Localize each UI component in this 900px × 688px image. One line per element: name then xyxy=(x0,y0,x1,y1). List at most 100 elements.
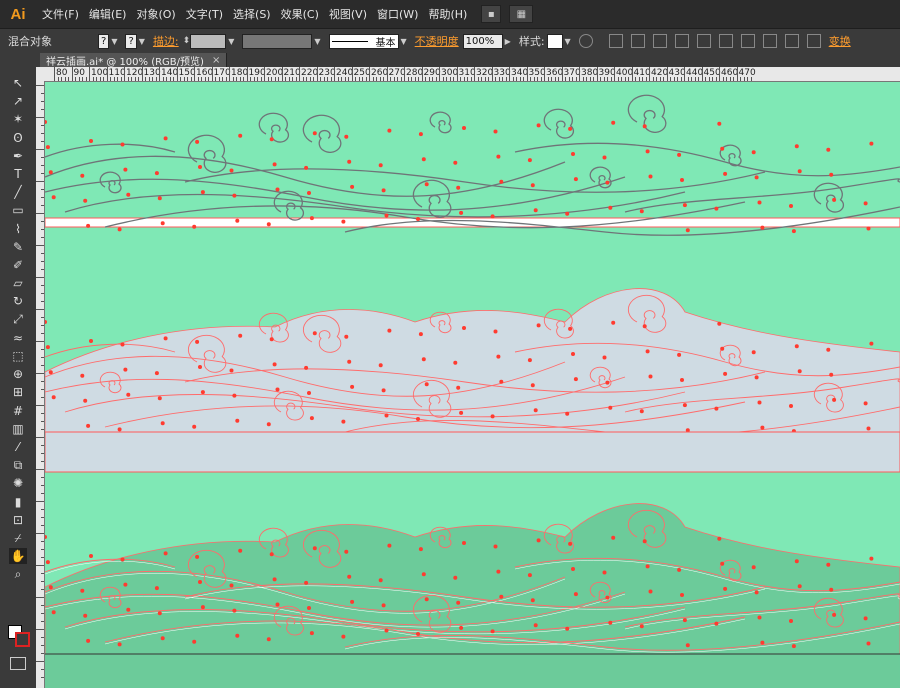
shape-builder-tool-icon[interactable]: ⊕ xyxy=(9,366,27,382)
ruler-minor-tick xyxy=(589,77,591,81)
menu-help[interactable]: 帮助(H) xyxy=(428,6,467,22)
document-tab-title: 祥云插画.ai* @ 100% (RGB/预览) xyxy=(46,56,204,68)
align-right-icon[interactable] xyxy=(674,34,689,48)
anchor-point xyxy=(571,567,575,571)
close-tab-icon[interactable]: × xyxy=(212,55,220,66)
ruler-minor-tick xyxy=(722,77,724,81)
mesh-tool-icon[interactable]: # xyxy=(9,403,27,419)
transform-label[interactable]: 变换 xyxy=(829,33,851,49)
opacity-label[interactable]: 不透明度 xyxy=(415,33,459,49)
ruler-minor-tick xyxy=(75,77,76,81)
anchor-point xyxy=(536,123,541,128)
anchor-point xyxy=(89,339,93,343)
menu-object[interactable]: 对象(O) xyxy=(136,6,175,22)
ruler-tick xyxy=(41,397,44,398)
horizontal-ruler[interactable]: 80 90 100 110 120 130 140 150 160 170 180 190 200 210… xyxy=(44,67,900,82)
symbol-sprayer-tool-icon[interactable]: ✺ xyxy=(9,475,27,491)
hand-tool-icon[interactable]: ✋ xyxy=(9,548,27,565)
direct-selection-tool-icon[interactable]: ↗ xyxy=(9,93,27,109)
opacity-field[interactable]: 100% xyxy=(462,33,503,49)
distribute-center-icon[interactable] xyxy=(784,34,799,48)
type-tool-icon[interactable]: T xyxy=(9,166,27,182)
ruler-tick xyxy=(36,309,44,310)
blob-brush-tool-icon[interactable]: ✐ xyxy=(9,257,27,273)
rotate-tool-icon[interactable]: ↻ xyxy=(9,293,27,309)
perspective-tool-icon[interactable]: ⊞ xyxy=(9,384,27,400)
align-center-icon[interactable] xyxy=(652,34,667,48)
fill-stroke-swatches-icon[interactable] xyxy=(8,625,30,647)
magic-wand-tool-icon[interactable]: ✶ xyxy=(9,111,27,127)
style-label: 样式: xyxy=(518,35,545,48)
document-tab[interactable]: 祥云插画.ai* @ 100% (RGB/预览) × xyxy=(40,53,228,68)
gradient-tool-icon[interactable]: ▥ xyxy=(9,421,27,437)
menu-file[interactable]: 文件(F) xyxy=(42,6,79,22)
ruler-minor-tick xyxy=(295,77,297,81)
lasso-tool-icon[interactable]: ʘ xyxy=(9,130,27,146)
distribute-right-icon[interactable] xyxy=(806,34,821,48)
graphic-style-swatch[interactable] xyxy=(546,33,563,49)
ruler-minor-tick xyxy=(85,77,87,81)
zoom-tool-icon[interactable]: ⌕ xyxy=(9,566,27,582)
pen-tool-icon[interactable]: ✒ xyxy=(9,148,27,164)
stroke-label[interactable]: 描边: xyxy=(153,33,179,49)
ruler-tick xyxy=(41,157,44,158)
eyedropper-tool-icon[interactable]: ⁄ xyxy=(9,439,27,455)
paintbrush-tool-icon[interactable]: ⌇ xyxy=(9,221,27,237)
anchor-point xyxy=(117,642,122,647)
free-transform-tool-icon[interactable]: ⬚ xyxy=(9,348,27,364)
recolor-artwork-icon[interactable] xyxy=(578,34,593,48)
ruler-minor-tick xyxy=(593,77,594,81)
anchor-point xyxy=(304,365,309,370)
scale-tool-icon[interactable]: ⤢ xyxy=(9,312,27,328)
screen-mode-icon[interactable] xyxy=(10,657,26,670)
anchor-point xyxy=(866,641,871,646)
anchor-point xyxy=(869,141,874,146)
anchor-point xyxy=(51,195,56,200)
anchor-point xyxy=(126,392,131,397)
menu-type[interactable]: 文字(T) xyxy=(186,6,223,22)
bridge-icon[interactable]: ▪ xyxy=(481,5,502,23)
align-bottom-icon[interactable] xyxy=(740,34,755,48)
selection-tool-icon[interactable]: ↖ xyxy=(9,75,27,91)
distribute-left-icon[interactable] xyxy=(762,34,777,48)
ruler-minor-tick xyxy=(96,77,97,81)
rectangle-tool-icon[interactable]: ▭ xyxy=(9,202,27,218)
menu-select[interactable]: 选择(S) xyxy=(233,6,271,22)
vertical-ruler[interactable] xyxy=(36,81,45,688)
ruler-tick xyxy=(41,173,44,174)
align-top-icon[interactable] xyxy=(696,34,711,48)
menu-window[interactable]: 窗口(W) xyxy=(377,6,418,22)
ruler-tick xyxy=(41,621,44,622)
align-left-icon[interactable] xyxy=(630,34,645,48)
menu-effect[interactable]: 效果(C) xyxy=(281,6,319,22)
artboard-tool-icon[interactable]: ⊡ xyxy=(9,512,27,528)
warp-tool-icon[interactable]: ≈ xyxy=(9,330,27,346)
column-graph-tool-icon[interactable]: ▮ xyxy=(9,494,27,510)
ruler-minor-tick xyxy=(656,77,657,81)
menu-view[interactable]: 视图(V) xyxy=(329,6,367,22)
anchor-point xyxy=(751,350,756,355)
brush-definition[interactable]: 基本 xyxy=(376,34,396,49)
anchor-point xyxy=(416,417,420,421)
anchor-point xyxy=(154,171,159,176)
blend-tool-icon[interactable]: ⧉ xyxy=(9,457,27,473)
stroke-swatch[interactable]: ? xyxy=(125,33,137,49)
anchor-point xyxy=(344,334,349,339)
anchor-point xyxy=(832,612,837,617)
variable-width-profile[interactable] xyxy=(242,33,313,49)
align-to-icon[interactable] xyxy=(608,34,623,48)
menu-edit[interactable]: 编辑(E) xyxy=(89,6,127,22)
arrange-documents-icon[interactable]: ▦ xyxy=(509,5,534,23)
artboard-canvas[interactable] xyxy=(45,82,900,688)
line-tool-icon[interactable]: ╱ xyxy=(9,184,27,200)
slice-tool-icon[interactable]: ⌿ xyxy=(9,530,27,546)
fill-swatch[interactable]: ? xyxy=(98,33,110,49)
ruler-tick xyxy=(141,67,143,81)
anchor-point xyxy=(347,159,352,164)
eraser-tool-icon[interactable]: ▱ xyxy=(9,275,27,291)
pencil-tool-icon[interactable]: ✎ xyxy=(9,239,27,255)
ruler-minor-tick xyxy=(733,77,734,81)
align-middle-icon[interactable] xyxy=(718,34,733,48)
anchor-point xyxy=(720,561,725,566)
stroke-weight-field[interactable] xyxy=(190,33,227,49)
